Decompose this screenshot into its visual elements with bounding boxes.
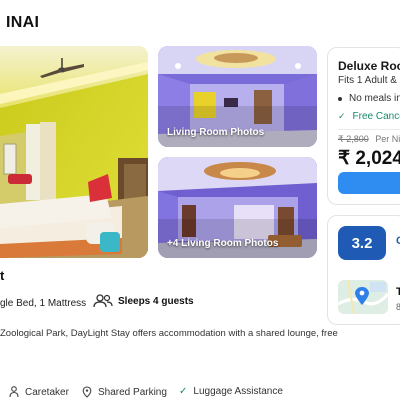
location-title: T [396,286,400,298]
bed-info: gle Bed, 1 Mattress [0,298,87,309]
room-feature-cancellation: ✓ Free Cance [338,111,400,122]
person-icon [9,386,19,398]
original-price: ₹ 2,800 [338,134,369,144]
room-feature-label: No meals in [349,93,400,104]
room-feature-meals: No meals in [338,93,400,104]
more-living-room-photos-thumbnail[interactable]: +4 Living Room Photos [158,157,317,258]
rating-label[interactable]: G [396,235,400,247]
amenities-row: Caretaker Shared Parking ✓ Luggage Assis… [0,386,400,400]
bedroom-image [0,46,148,258]
book-button[interactable] [338,172,400,194]
bullet-icon [338,96,342,101]
check-icon: ✓ [338,111,346,121]
room-name: Deluxe Roon [338,59,400,73]
room-feature-label: Free Cance [352,111,400,122]
living-room-photo-thumbnail[interactable]: Living Room Photos [158,46,317,147]
map-icon [338,280,388,314]
price-meta: ₹ 2,800 Per Nig [338,134,400,145]
check-icon: ✓ [179,386,188,397]
current-price: ₹ 2,024 [338,148,400,169]
guests-icon [93,294,113,308]
sleeps-info: Sleeps 4 guests [93,294,194,308]
per-night-label: Per Nig [375,134,400,144]
room-occupancy: Fits 1 Adult & 1 [338,75,400,86]
property-description: Zoological Park, DayLight Stay offers ac… [0,328,338,339]
amenity-label: Shared Parking [98,386,167,398]
amenity-label: Luggage Assistance [193,386,283,397]
rating-badge: 3.2 [338,226,386,260]
title-bar: INAI [0,0,400,40]
amenity-shared-parking: Shared Parking [82,386,167,398]
room-price-card: Deluxe Roon Fits 1 Adult & 1 No meals in… [327,47,400,205]
divider [338,129,400,130]
room-type-title: t [0,268,5,283]
main-room-photo[interactable] [0,46,148,258]
thumbnail-label: +4 Living Room Photos [167,238,279,249]
amenity-label: Caretaker [25,386,69,398]
page-title: INAI [6,14,40,31]
location-pin-icon [82,386,92,398]
thumbnail-label: Living Room Photos [167,127,265,138]
location-subtitle: 8 [396,302,400,312]
sleeps-label: Sleeps 4 guests [118,295,194,307]
amenity-luggage-assistance: ✓ Luggage Assistance [179,386,283,397]
amenity-caretaker: Caretaker [9,386,69,398]
rating-location-card: 3.2 G T 8 [327,215,400,325]
map-thumbnail[interactable] [338,280,388,314]
